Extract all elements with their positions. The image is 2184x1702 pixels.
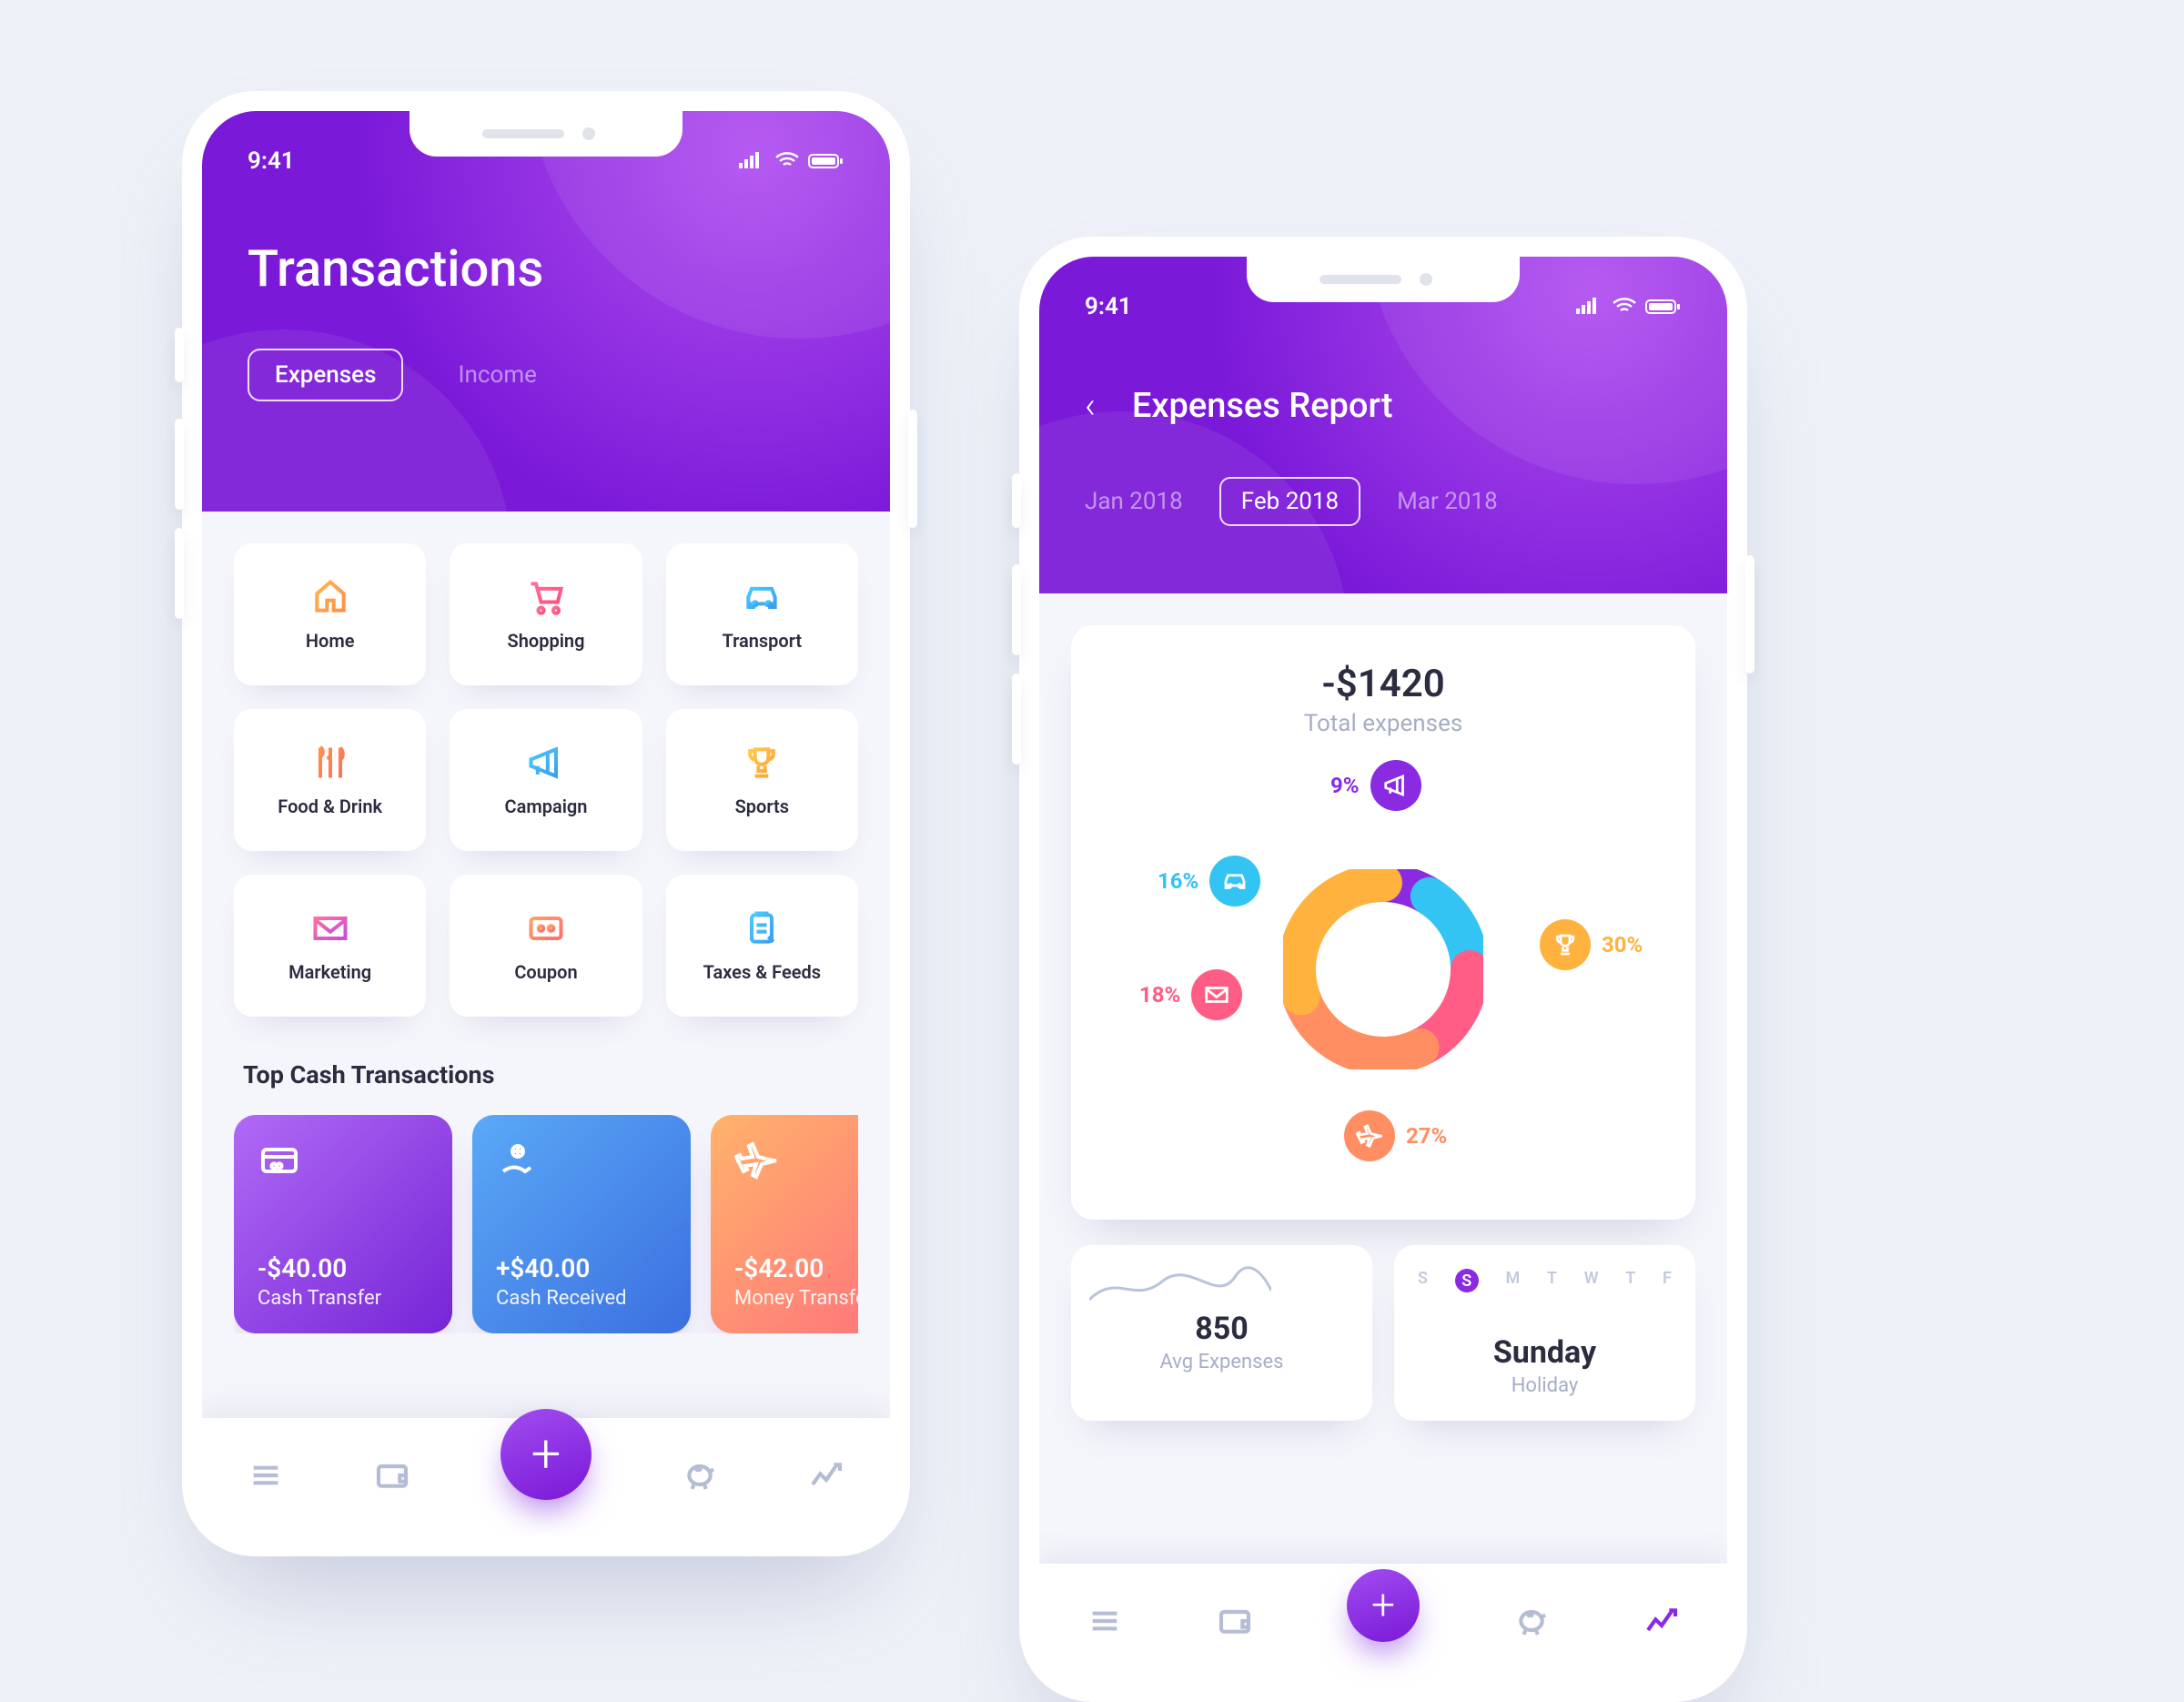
category-label: Taxes & Feeds [703, 961, 821, 983]
fab-add-button[interactable]: + [1347, 1569, 1420, 1642]
transaction-amount: -$42.00 [734, 1253, 858, 1283]
fab-add-button[interactable]: + [500, 1409, 592, 1500]
category-label: Home [306, 630, 355, 652]
clipboard-icon [742, 908, 782, 948]
day-label[interactable]: T [1547, 1269, 1557, 1292]
day-label[interactable]: M [1505, 1269, 1520, 1292]
car-icon [742, 577, 782, 617]
segment-label-campaign[interactable]: 9% [1330, 760, 1421, 811]
header-transactions: 9:41 Transactions Expenses Income [202, 111, 890, 512]
segment-percent: 18% [1139, 982, 1180, 1008]
home-icon [310, 577, 350, 617]
month-prev[interactable]: Jan 2018 [1085, 488, 1183, 515]
segment-label-marketing[interactable]: 18% [1139, 969, 1242, 1020]
category-label: Shopping [508, 630, 585, 652]
transaction-amount: -$40.00 [258, 1253, 429, 1283]
category-label: Marketing [288, 961, 371, 983]
segment-percent: 27% [1406, 1123, 1447, 1149]
category-label: Food & Drink [278, 795, 382, 817]
cart-icon [526, 577, 566, 617]
category-label: Transport [722, 630, 802, 652]
nav-wallet-icon[interactable] [1217, 1603, 1253, 1643]
transaction-card[interactable]: +$40.00 Cash Received [472, 1115, 691, 1333]
expenses-chart-card: -$1420 Total expenses 9% 16% 18% 27% 30% [1071, 625, 1695, 1220]
day-card[interactable]: S S M T W T F Sunday Holiday [1394, 1245, 1695, 1421]
total-amount: -$1420 [1098, 662, 1668, 706]
bottom-nav: + [1039, 1564, 1727, 1682]
status-time: 9:41 [248, 147, 295, 175]
device-expenses-report: 9:41 ‹ Expenses Report Jan 2018 Feb 2018… [1019, 237, 1747, 1702]
category-trophy[interactable]: Sports [666, 709, 858, 851]
header-report: 9:41 ‹ Expenses Report Jan 2018 Feb 2018… [1039, 257, 1727, 593]
segment-label-transport[interactable]: 16% [1158, 856, 1260, 907]
category-cart[interactable]: Shopping [450, 543, 642, 685]
category-coupon[interactable]: Coupon [450, 875, 642, 1017]
transaction-label: Cash Received [496, 1287, 667, 1310]
nav-wallet-icon[interactable] [374, 1457, 410, 1497]
day-label[interactable]: S [1418, 1269, 1428, 1292]
section-title-top-cash: Top Cash Transactions [243, 1060, 858, 1089]
category-mail[interactable]: Marketing [234, 875, 426, 1017]
transaction-card[interactable]: -$42.00 Money Transfer [711, 1115, 858, 1333]
day-label: Holiday [1418, 1374, 1672, 1397]
category-label: Coupon [514, 961, 577, 983]
avg-expenses-card[interactable]: 850 Avg Expenses [1071, 1245, 1372, 1421]
car-icon [1209, 856, 1260, 907]
megaphone-icon [526, 743, 566, 783]
nav-savings-icon[interactable] [682, 1457, 718, 1497]
plane-icon [1344, 1110, 1395, 1161]
segment-label-travel[interactable]: 27% [1344, 1110, 1447, 1161]
day-label[interactable]: T [1625, 1269, 1635, 1292]
day-selected[interactable]: S [1455, 1269, 1479, 1292]
nav-savings-icon[interactable] [1513, 1603, 1550, 1643]
hand-coin-icon [496, 1139, 667, 1186]
trophy-icon [742, 743, 782, 783]
transaction-amount: +$40.00 [496, 1253, 667, 1283]
category-food[interactable]: Food & Drink [234, 709, 426, 851]
nav-chart-icon[interactable] [808, 1457, 844, 1497]
transaction-label: Money Transfer [734, 1287, 858, 1310]
transaction-label: Cash Transfer [258, 1287, 429, 1310]
day-label[interactable]: W [1584, 1269, 1599, 1292]
category-clipboard[interactable]: Taxes & Feeds [666, 875, 858, 1017]
trophy-icon [1540, 919, 1591, 970]
donut-chart [1283, 869, 1483, 1069]
segment-percent: 9% [1330, 773, 1360, 798]
nav-chart-icon[interactable] [1643, 1603, 1680, 1643]
food-icon [310, 743, 350, 783]
tab-income[interactable]: Income [458, 361, 536, 389]
day-label[interactable]: F [1663, 1269, 1672, 1292]
day-value: Sunday [1418, 1334, 1672, 1371]
mail-icon [310, 908, 350, 948]
segment-percent: 16% [1158, 868, 1198, 894]
avg-value: 850 [1095, 1311, 1349, 1347]
nav-menu-icon[interactable] [1087, 1603, 1123, 1643]
coupon-icon [526, 908, 566, 948]
month-next[interactable]: Mar 2018 [1397, 488, 1498, 515]
device-transactions: 9:41 Transactions Expenses Income Home [182, 91, 910, 1556]
sparkline-icon [1089, 1263, 1271, 1309]
nav-menu-icon[interactable] [248, 1457, 284, 1497]
segment-percent: 30% [1602, 932, 1643, 957]
bottom-nav: + [202, 1418, 890, 1536]
status-time: 9:41 [1085, 293, 1132, 320]
card-icon [258, 1139, 429, 1186]
total-label: Total expenses [1098, 710, 1668, 737]
mail-icon [1191, 969, 1242, 1020]
category-label: Campaign [505, 795, 588, 817]
plane-icon [734, 1139, 858, 1186]
avg-label: Avg Expenses [1095, 1351, 1349, 1373]
megaphone-icon [1370, 760, 1421, 811]
transaction-card[interactable]: -$40.00 Cash Transfer [234, 1115, 452, 1333]
category-car[interactable]: Transport [666, 543, 858, 685]
category-label: Sports [735, 795, 789, 817]
category-megaphone[interactable]: Campaign [450, 709, 642, 851]
segment-label-sports[interactable]: 30% [1540, 919, 1643, 970]
category-home[interactable]: Home [234, 543, 426, 685]
